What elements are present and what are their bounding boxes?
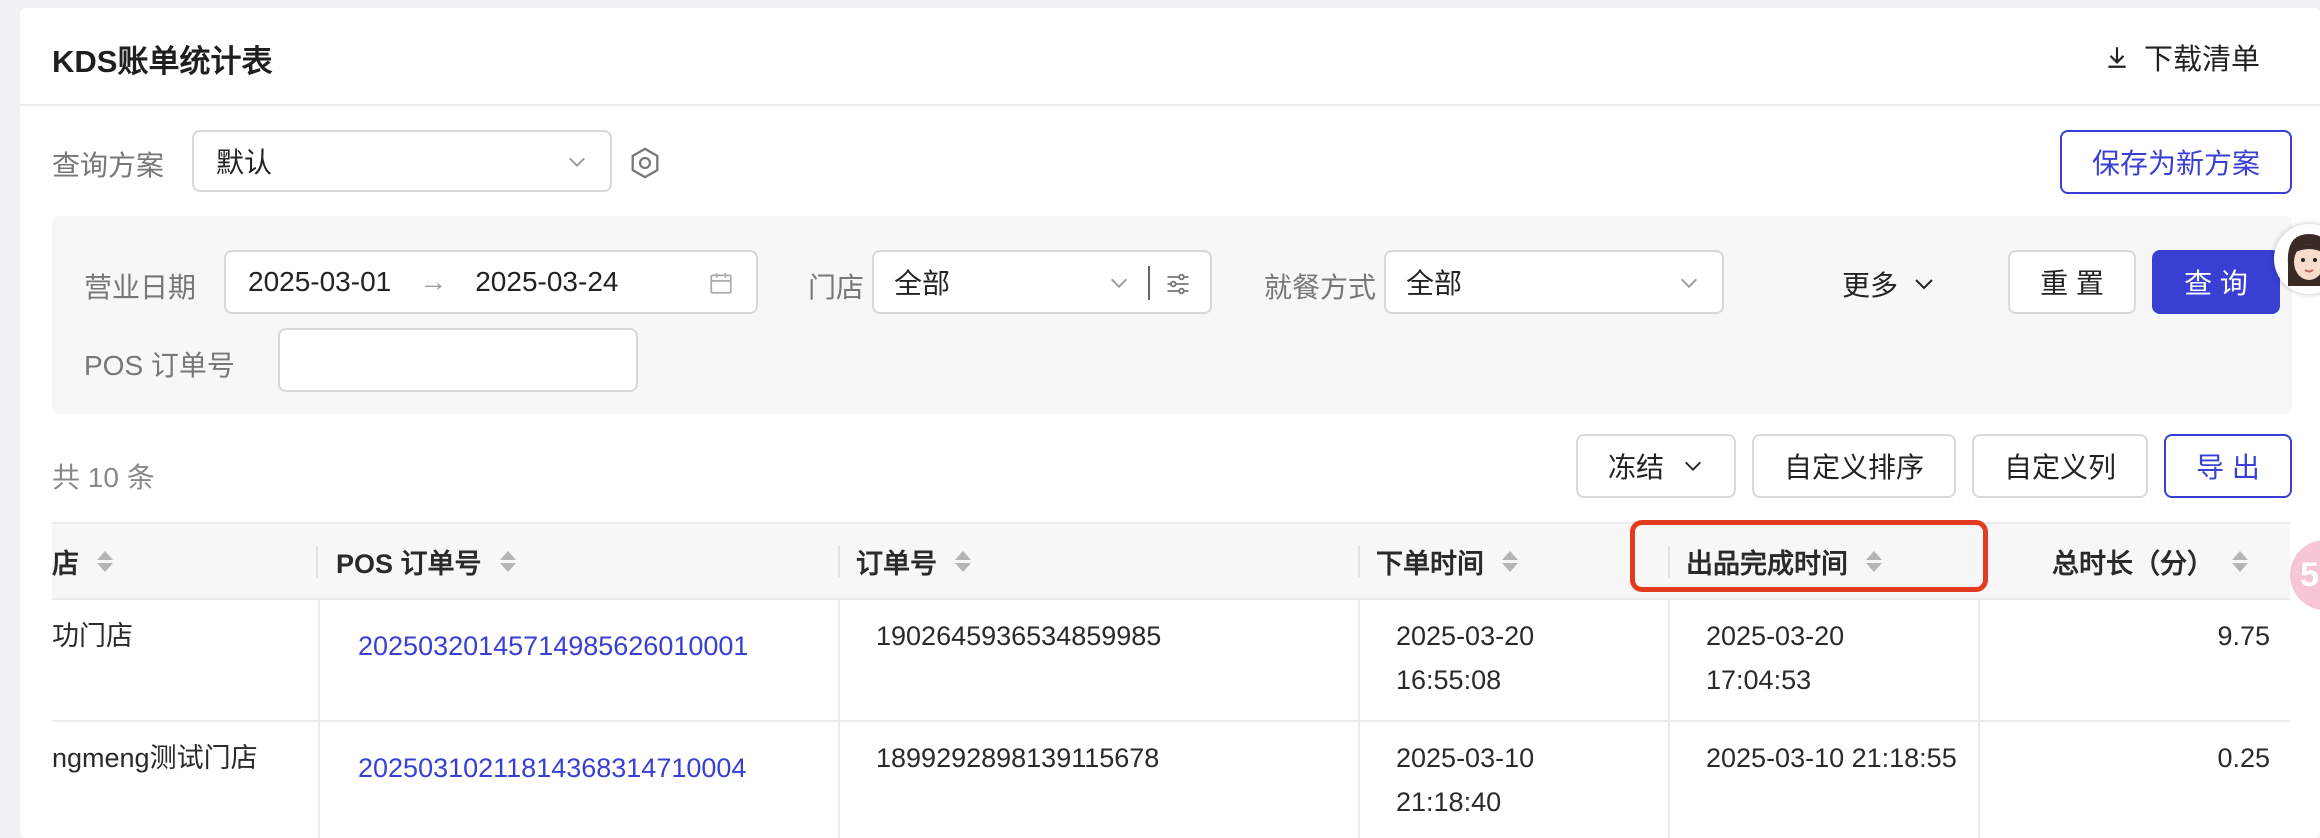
column-label: POS 订单号	[336, 548, 482, 579]
cell-order-time: 2025-03-20 16:55:08	[1396, 614, 1534, 702]
record-count: 共 10 条	[52, 462, 155, 493]
cell-pos-order-link[interactable]: 202503201457149856260100​01	[358, 624, 748, 668]
scheme-value: 默认	[216, 147, 273, 178]
table-row[interactable]: ngmeng测试门店 20250310211814368314710004 18…	[52, 722, 2290, 838]
sort-icon[interactable]	[97, 550, 113, 572]
column-header-duration[interactable]: 总时长（分）	[2052, 524, 2248, 598]
dining-label: 就餐方式	[1264, 272, 1377, 303]
cell-order-clock: 16:55:08	[1396, 665, 1502, 695]
cell-pos-order-link[interactable]: 20250310211814368314710004	[358, 746, 746, 790]
column-header-store[interactable]: 店	[52, 524, 113, 598]
save-new-scheme-button[interactable]: 保存为新方案	[2060, 130, 2292, 194]
column-divider	[316, 546, 318, 578]
chevron-down-icon	[1915, 279, 1933, 290]
pos-order-input[interactable]	[278, 328, 638, 392]
custom-columns-button[interactable]: 自定义列	[1972, 434, 2148, 498]
dining-select[interactable]: 全部	[1384, 250, 1724, 314]
column-label: 下单时间	[1376, 548, 1484, 579]
scheme-label: 查询方案	[52, 150, 165, 181]
pos-order-label: POS 订单号	[84, 350, 235, 381]
cell-order-no: 1902645936534859985	[876, 621, 1162, 651]
cell-store: 功门店	[52, 621, 133, 651]
cell-order-time: 2025-03-10 21:18:40	[1396, 736, 1534, 824]
freeze-dropdown[interactable]: 冻结	[1576, 434, 1736, 498]
filter-panel: 营业日期 2025-03-01 → 2025-03-24 门店 全部 就餐方式	[52, 216, 2292, 414]
page-header: KDS账单统计表 下载清单	[20, 8, 2320, 106]
store-value: 全部	[894, 268, 951, 299]
column-label: 订单号	[856, 548, 937, 579]
calendar-icon	[710, 273, 732, 294]
export-button[interactable]: 导 出	[2164, 434, 2292, 498]
more-label: 更多	[1842, 270, 1899, 301]
cell-duration: 0.25	[2217, 743, 2270, 773]
cell-order-date: 2025-03-10	[1396, 743, 1535, 773]
highlight-box	[1630, 520, 1988, 592]
sort-icon[interactable]	[499, 550, 516, 572]
chevron-down-icon	[569, 157, 585, 167]
chevron-down-icon	[1685, 461, 1701, 471]
cell-duration: 9.75	[2217, 621, 2270, 651]
divider	[1148, 266, 1150, 300]
page-title: KDS账单统计表	[52, 44, 273, 79]
column-label: 店	[52, 548, 79, 579]
sort-icon[interactable]	[1502, 550, 1518, 572]
cell-store: ngmeng测试门店	[52, 743, 258, 773]
column-divider	[1358, 546, 1360, 578]
column-header-order-no[interactable]: 订单号	[856, 524, 971, 598]
date-end: 2025-03-24	[475, 266, 619, 297]
freeze-label: 冻结	[1607, 452, 1664, 483]
download-list-button[interactable]: 下载清单	[2104, 36, 2260, 78]
column-label: 总时长（分）	[2052, 548, 2214, 579]
column-header-order-time[interactable]: 下单时间	[1376, 524, 1518, 598]
filter-adjust-icon[interactable]	[1164, 270, 1192, 298]
cell-finish-date: 2025-03-20	[1706, 621, 1845, 651]
cell-finish-clock: 17:04:53	[1706, 665, 1812, 695]
range-arrow-icon: →	[419, 266, 448, 297]
cell-finish-time: 2025-03-20 17:04:53	[1706, 614, 1844, 702]
date-range-picker[interactable]: 2025-03-01 → 2025-03-24	[224, 250, 758, 314]
chevron-down-icon	[1681, 278, 1697, 288]
dining-value: 全部	[1406, 268, 1463, 299]
download-label: 下载清单	[2143, 44, 2260, 76]
custom-sort-button[interactable]: 自定义排序	[1752, 434, 1956, 498]
sort-icon[interactable]	[2232, 550, 2248, 572]
cell-order-date: 2025-03-20	[1396, 621, 1535, 651]
cell-finish-time: 2025-03-10 21:18:55	[1706, 736, 1957, 780]
download-icon	[2108, 47, 2126, 68]
query-button[interactable]: 查 询	[2152, 250, 2280, 314]
date-start: 2025-03-01	[248, 266, 392, 297]
column-header-pos-order[interactable]: POS 订单号	[336, 524, 516, 598]
sort-icon[interactable]	[955, 550, 971, 572]
date-label: 营业日期	[84, 272, 197, 303]
report-card: KDS账单统计表 下载清单 查询方案 默认 保存为新方案 营业日期 2025-0…	[20, 8, 2320, 838]
cell-order-clock: 21:18:40	[1396, 787, 1502, 817]
store-select[interactable]: 全部	[872, 250, 1212, 314]
chevron-down-icon	[1111, 278, 1127, 288]
store-label: 门店	[808, 272, 865, 303]
more-filters-toggle[interactable]: 更多	[1842, 264, 1936, 304]
cell-finish-date: 2025-03-10 21:18:55	[1706, 743, 1957, 773]
reset-button[interactable]: 重 置	[2008, 250, 2136, 314]
scheme-select[interactable]: 默认	[192, 130, 612, 192]
settings-icon[interactable]	[628, 146, 662, 180]
cell-order-no: 1899292898139115678	[876, 743, 1160, 773]
column-divider	[838, 546, 840, 578]
table-row[interactable]: 功门店 202503201457149856260100​01 19026459…	[52, 600, 2290, 722]
